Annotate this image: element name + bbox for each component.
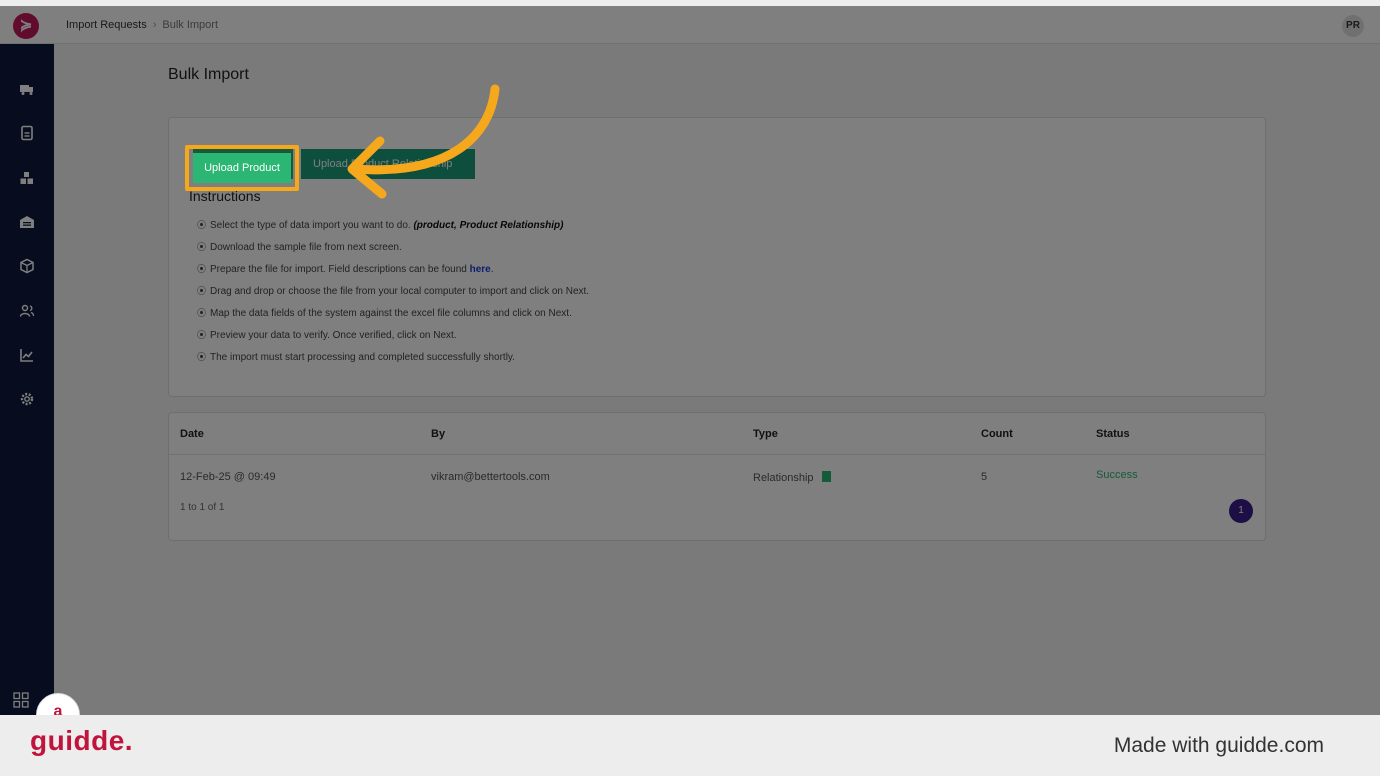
import-history-table: Date By Type Count Status 12-Feb-25 @ 09…	[168, 412, 1266, 541]
play-circle-icon: ⦿	[197, 220, 207, 230]
cell-type: Relationship	[753, 471, 831, 484]
instructions-list: ⦿ Select the type of data import you want…	[197, 214, 589, 368]
instruction-text: Preview your data to verify. Once verifi…	[210, 330, 457, 341]
column-date[interactable]: Date	[180, 428, 204, 440]
avatar[interactable]: PR	[1342, 15, 1364, 37]
cell-by: vikram@bettertools.com	[431, 471, 550, 483]
page-title: Bulk Import	[168, 66, 249, 83]
instruction-text: The import must start processing and com…	[210, 352, 515, 363]
play-circle-icon: ⦿	[197, 286, 207, 296]
play-circle-icon: ⦿	[197, 308, 207, 318]
guidde-logo: guidde.	[30, 725, 134, 756]
list-item: ⦿ Preview your data to verify. Once verif…	[197, 324, 589, 346]
play-circle-icon: ⦿	[197, 330, 207, 340]
breadcrumb: Import Requests › Bulk Import	[66, 19, 218, 31]
instruction-emphasis: (product, Product Relationship)	[413, 220, 564, 231]
warehouse-icon[interactable]	[17, 212, 37, 232]
play-circle-icon: ⦿	[197, 352, 207, 362]
chart-icon[interactable]	[17, 345, 37, 365]
play-circle-icon: ⦿	[197, 264, 207, 274]
footer: guidde. Made with guidde.com	[0, 715, 1380, 776]
pointer-arrow-icon	[347, 84, 500, 199]
play-circle-icon: ⦿	[197, 242, 207, 252]
top-bar: ≽ Import Requests › Bulk Import PR	[0, 6, 1380, 44]
table-header: Date By Type Count Status	[169, 413, 1265, 455]
app-logo[interactable]: ≽	[13, 13, 39, 39]
cell-date: 12-Feb-25 @ 09:49	[180, 471, 276, 483]
list-item: ⦿ Map the data fields of the system again…	[197, 302, 589, 324]
list-item: ⦿ Select the type of data import you want…	[197, 214, 589, 236]
column-status[interactable]: Status	[1096, 428, 1130, 440]
package-icon[interactable]	[17, 256, 37, 276]
column-by[interactable]: By	[431, 428, 445, 440]
column-type[interactable]: Type	[753, 428, 778, 440]
instruction-text: Download the sample file from next scree…	[210, 242, 402, 253]
settings-icon[interactable]	[17, 389, 37, 409]
grid-icon[interactable]	[13, 692, 29, 713]
breadcrumb-import-requests[interactable]: Import Requests	[66, 19, 147, 31]
app-screen: ≽ Import Requests › Bulk Import PR Bulk …	[0, 6, 1380, 715]
cell-count: 5	[981, 471, 988, 483]
chevron-right-icon: ›	[152, 19, 157, 31]
instruction-text: Map the data fields of the system agains…	[210, 308, 572, 319]
list-item: ⦿ Download the sample file from next scre…	[197, 236, 589, 258]
instruction-text: Drag and drop or choose the file from yo…	[210, 286, 590, 297]
sidebar	[0, 44, 54, 715]
highlight-box	[185, 145, 299, 191]
document-icon[interactable]	[17, 123, 37, 143]
boxes-icon[interactable]	[17, 168, 37, 188]
excel-file-icon[interactable]	[821, 471, 831, 482]
page-button[interactable]: 1	[1229, 499, 1253, 523]
cell-status: Success	[1096, 469, 1138, 481]
made-with-text: Made with guidde.com	[1113, 734, 1324, 757]
truck-icon[interactable]	[17, 79, 37, 99]
breadcrumb-bulk-import: Bulk Import	[162, 19, 219, 31]
users-icon[interactable]	[17, 301, 37, 321]
pagination-summary: 1 to 1 of 1	[180, 502, 225, 513]
list-item: ⦿ The import must start processing and co…	[197, 346, 589, 368]
list-item: ⦿ Drag and drop or choose the file from y…	[197, 280, 589, 302]
cell-type-label: Relationship	[753, 472, 814, 484]
field-descriptions-link[interactable]: here	[470, 264, 491, 275]
instruction-text: .	[490, 264, 494, 275]
instruction-text: Select the type of data import you want …	[210, 220, 414, 231]
column-count[interactable]: Count	[981, 428, 1013, 440]
list-item: ⦿ Prepare the file for import. Field desc…	[197, 258, 589, 280]
instruction-text: Prepare the file for import. Field descr…	[210, 264, 470, 275]
